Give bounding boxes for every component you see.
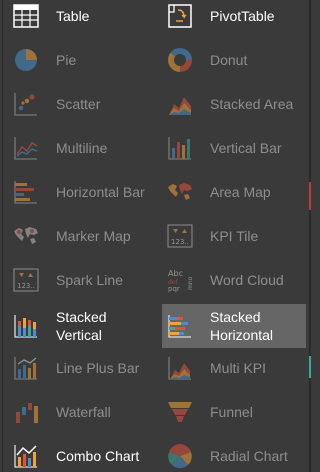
chart-type-table[interactable]: Table: [8, 0, 158, 38]
chart-type-area-map[interactable]: Area Map: [162, 170, 306, 214]
word-glyph-1: Abc: [168, 269, 183, 278]
panel-right-border: [309, 0, 311, 472]
kpi-tile-icon: 123..: [164, 220, 196, 252]
chart-type-label: Area Map: [210, 184, 271, 200]
chart-type-vertical-bar[interactable]: Vertical Bar: [162, 126, 306, 170]
multi-kpi-icon: [164, 352, 196, 384]
chart-type-label: Horizontal Bar: [56, 184, 145, 200]
chart-type-label: Combo Chart: [56, 448, 140, 464]
horizontal-bar-chart-icon: [10, 176, 42, 208]
chart-type-spark-line[interactable]: 123.. Spark Line: [8, 258, 158, 302]
chart-type-radial-chart[interactable]: Radial Chart: [162, 434, 306, 472]
chart-type-label: Radial Chart: [210, 448, 288, 464]
stacked-area-chart-icon: [164, 88, 196, 120]
chart-type-label: Scatter: [56, 96, 101, 112]
table-icon: [10, 0, 42, 32]
chart-type-line-plus-bar[interactable]: Line Plus Bar: [8, 346, 158, 390]
funnel-chart-icon: [164, 396, 196, 428]
chart-type-waterfall[interactable]: Waterfall: [8, 390, 158, 434]
spark-glyph-text: 123..: [17, 282, 35, 290]
chart-type-kpi-tile[interactable]: 123.. KPI Tile: [162, 214, 306, 258]
kpi-glyph-text: 123..: [171, 238, 189, 246]
chart-type-label: Funnel: [210, 404, 253, 420]
chart-type-label: Vertical Bar: [210, 140, 282, 156]
word-glyph-4: mno: [187, 276, 194, 290]
right-edge-teal-marker: [309, 356, 311, 378]
chart-type-label: Word Cloud: [210, 272, 284, 288]
stacked-horizontal-bar-icon: [164, 310, 196, 342]
chart-type-label: Stacked Area: [210, 96, 294, 112]
chart-type-word-cloud[interactable]: Abc def pqr mno Word Cloud: [162, 258, 306, 302]
chart-type-label: Line Plus Bar: [56, 360, 140, 376]
pivot-table-icon: [164, 0, 196, 32]
chart-type-label: KPI Tile: [210, 228, 259, 244]
radial-chart-icon: [164, 440, 196, 472]
chart-type-stacked-area[interactable]: Stacked Area: [162, 82, 306, 126]
chart-type-label: Stacked Horizontal: [210, 309, 274, 343]
chart-type-scatter[interactable]: Scatter: [8, 82, 158, 126]
chart-type-multiline[interactable]: Multiline: [8, 126, 158, 170]
multiline-chart-icon: [10, 132, 42, 164]
chart-type-horizontal-bar[interactable]: Horizontal Bar: [8, 170, 158, 214]
chart-type-label: Multiline: [56, 140, 108, 156]
chart-type-label: Donut: [210, 52, 248, 68]
chart-type-funnel[interactable]: Funnel: [162, 390, 306, 434]
area-map-icon: [164, 176, 196, 208]
chart-type-stacked-vertical[interactable]: Stacked Vertical: [8, 304, 158, 348]
word-cloud-icon: Abc def pqr mno: [164, 264, 196, 296]
line-plus-bar-icon: [10, 352, 42, 384]
vertical-bar-chart-icon: [164, 132, 196, 164]
waterfall-chart-icon: [10, 396, 42, 428]
stacked-vertical-bar-icon: [10, 310, 42, 342]
chart-type-label: Multi KPI: [210, 360, 267, 376]
right-edge-red-marker: [309, 182, 311, 210]
chart-type-label: Pie: [56, 52, 77, 68]
marker-map-icon: [10, 220, 42, 252]
chart-type-label: Marker Map: [56, 228, 131, 244]
chart-type-label: PivotTable: [210, 8, 275, 24]
chart-type-marker-map[interactable]: Marker Map: [8, 214, 158, 258]
chart-type-pivot-table[interactable]: PivotTable: [162, 0, 306, 38]
chart-type-donut[interactable]: Donut: [162, 38, 306, 82]
panel-left-border: [2, 0, 3, 472]
combo-chart-icon: [10, 440, 42, 472]
scatter-chart-icon: [10, 88, 42, 120]
chart-type-label: Stacked Vertical: [56, 309, 107, 343]
spark-line-icon: 123..: [10, 264, 42, 296]
pie-chart-icon: [10, 44, 42, 76]
chart-type-pie[interactable]: Pie: [8, 38, 158, 82]
chart-type-label: Table: [56, 8, 90, 24]
chart-type-stacked-horizontal[interactable]: Stacked Horizontal: [162, 304, 306, 348]
donut-chart-icon: [164, 44, 196, 76]
chart-type-combo-chart[interactable]: Combo Chart: [8, 434, 158, 472]
chart-type-label: Waterfall: [56, 404, 111, 420]
word-glyph-3: pqr: [168, 285, 180, 293]
chart-type-label: Spark Line: [56, 272, 123, 288]
chart-type-multi-kpi[interactable]: Multi KPI: [162, 346, 306, 390]
chart-type-picker: Table PivotTable Pie Donut Scatter Stack…: [0, 0, 311, 472]
